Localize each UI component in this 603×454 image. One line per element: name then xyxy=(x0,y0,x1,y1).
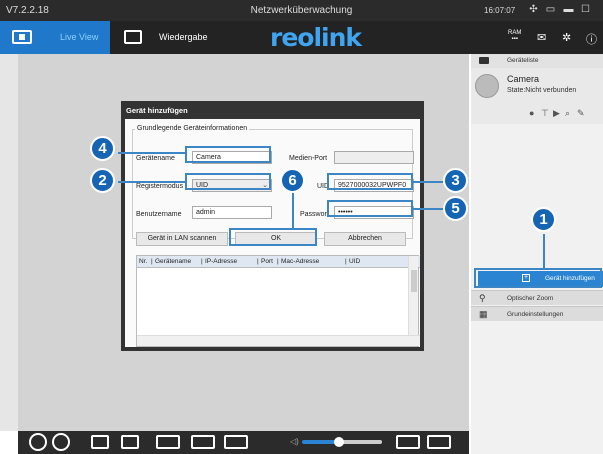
callout-badge: 1 xyxy=(531,207,556,232)
highlight-register-mode xyxy=(185,173,271,190)
scroll-thumb[interactable] xyxy=(411,270,417,292)
connector-line xyxy=(413,181,443,183)
settings-icon: ▦ xyxy=(479,309,488,319)
column-header: | xyxy=(277,258,279,265)
live-view-icon xyxy=(12,30,32,44)
device-list-label: Geräteliste xyxy=(507,57,539,64)
volume-slider-track xyxy=(338,440,382,444)
connector-line xyxy=(118,152,185,154)
column-header: | xyxy=(257,258,259,265)
callout-badge: 5 xyxy=(443,196,468,221)
dialog-title: Gerät hinzufügen xyxy=(125,105,420,119)
camera-card[interactable]: Camera State:Nicht verbunden ● ⊤ ▶ ⌕ ✎ xyxy=(471,68,603,124)
play-all-icon[interactable] xyxy=(29,433,47,451)
zoom-icon[interactable]: ⌕ xyxy=(565,108,577,119)
next-page-icon[interactable] xyxy=(191,435,215,449)
volume-knob[interactable] xyxy=(334,437,344,447)
column-header: Mac-Adresse xyxy=(281,258,320,265)
highlight-uid xyxy=(327,173,413,190)
snapshot-icon[interactable] xyxy=(91,435,109,449)
column-header: IP-Adresse xyxy=(205,258,238,265)
connector-line xyxy=(543,234,545,268)
stop-all-icon[interactable] xyxy=(52,433,70,451)
record-icon[interactable]: ● xyxy=(529,108,541,118)
column-header: UID xyxy=(349,258,361,265)
column-header: | xyxy=(151,258,153,265)
record-video-icon[interactable] xyxy=(121,435,139,449)
window-mode-icon[interactable]: ▭ xyxy=(545,5,556,15)
camera-name: Camera xyxy=(507,74,540,84)
tab-playback-label: Wiedergabe xyxy=(159,32,208,42)
device-name-label: Gerätename xyxy=(136,155,175,162)
column-header: | xyxy=(201,258,203,265)
left-strip xyxy=(0,54,18,431)
maximize-icon[interactable]: ☐ xyxy=(580,5,591,15)
callout-badge: 4 xyxy=(90,136,115,161)
device-list-icon xyxy=(479,57,489,64)
username-label: Benutzername xyxy=(136,211,182,218)
callout-badge: 3 xyxy=(443,168,468,193)
media-port-label: Medien-Port xyxy=(289,155,328,162)
bottom-toolbar: ◁) xyxy=(18,431,469,454)
connector-line xyxy=(292,193,294,228)
basic-settings-row[interactable]: ▦ Grundeinstellungen xyxy=(471,306,603,321)
previous-page-icon[interactable] xyxy=(156,435,180,449)
speaker-icon[interactable] xyxy=(224,435,248,449)
password-label: Passwort xyxy=(300,211,329,218)
camera-tools: ● ⊤ ▶ ⌕ ✎ xyxy=(529,108,589,119)
highlight-password xyxy=(327,200,413,217)
layout-grid-icon[interactable] xyxy=(396,435,420,449)
camera-state: State:Nicht verbunden xyxy=(507,87,577,94)
scan-results-table[interactable]: Nr. | Gerätename | IP-Adresse | Port | M… xyxy=(136,255,420,347)
info-icon[interactable]: ⓘ xyxy=(586,31,597,47)
playback-icon xyxy=(124,30,142,44)
register-mode-label: Registermodus xyxy=(136,183,184,190)
column-header: | xyxy=(345,258,347,265)
basic-info-group-label: Grundlegende Geräteinformationen xyxy=(135,125,250,132)
antenna-icon[interactable]: ⊤ xyxy=(541,108,553,119)
highlight-add-device xyxy=(474,268,602,288)
fullscreen-icon[interactable] xyxy=(427,435,451,449)
table-header: Nr. | Gerätename | IP-Adresse | Port | M… xyxy=(137,256,420,268)
highlight-device-name xyxy=(185,146,271,163)
callout-badge: 6 xyxy=(280,168,305,193)
cancel-button[interactable]: Abbrechen xyxy=(324,232,406,246)
horizontal-scrollbar[interactable] xyxy=(137,335,420,346)
column-header: Nr. xyxy=(139,258,148,265)
message-icon[interactable]: ✉ xyxy=(537,31,546,44)
column-header: Port xyxy=(261,258,273,265)
basic-settings-label: Grundeinstellungen xyxy=(507,311,564,318)
connector-line xyxy=(118,181,185,183)
volume-icon: ◁) xyxy=(290,437,299,446)
optical-zoom-row[interactable]: ⚲ Optischer Zoom xyxy=(471,290,603,305)
tab-live-view-label: Live View xyxy=(60,32,99,42)
ram-icon[interactable]: RAM ▪▪▪ xyxy=(508,30,521,42)
minimize-icon[interactable]: ▬ xyxy=(563,5,574,15)
nav-bar: Live View Wiedergabe reolink RAM ▪▪▪ ✉ ✲ … xyxy=(0,21,603,54)
scan-lan-button[interactable]: Gerät in LAN scannen xyxy=(136,232,228,246)
tab-playback[interactable]: Wiedergabe xyxy=(112,21,222,54)
callout-badge: 2 xyxy=(90,168,115,193)
optical-zoom-label: Optischer Zoom xyxy=(507,295,554,302)
media-port-field[interactable] xyxy=(334,151,414,164)
gear-icon[interactable]: ✲ xyxy=(562,31,571,44)
highlight-ok xyxy=(229,228,317,246)
add-device-dialog: Gerät hinzufügen Grundlegende Geräteinfo… xyxy=(121,101,424,351)
play-icon[interactable]: ▶ xyxy=(553,108,565,119)
tab-live-view[interactable]: Live View xyxy=(0,21,110,54)
edit-icon[interactable]: ✎ xyxy=(577,108,589,119)
sidebar: Geräteliste Camera State:Nicht verbunden… xyxy=(471,54,603,454)
connector-line xyxy=(413,208,443,210)
reolink-logo: reolink xyxy=(270,23,362,52)
column-header: Gerätename xyxy=(155,258,192,265)
title-bar: V7.2.2.18 Netzwerküberwachung 16:07:07 ✣… xyxy=(0,0,603,21)
zoom-lens-icon: ⚲ xyxy=(479,293,486,303)
username-field[interactable]: admin xyxy=(192,206,272,219)
camera-avatar xyxy=(475,74,499,98)
ram-label: RAM xyxy=(508,30,522,36)
vertical-scrollbar[interactable] xyxy=(408,256,418,336)
network-icon[interactable]: ✣ xyxy=(528,5,539,15)
device-list-header[interactable]: Geräteliste xyxy=(471,54,603,68)
clock: 16:07:07 xyxy=(484,6,516,15)
